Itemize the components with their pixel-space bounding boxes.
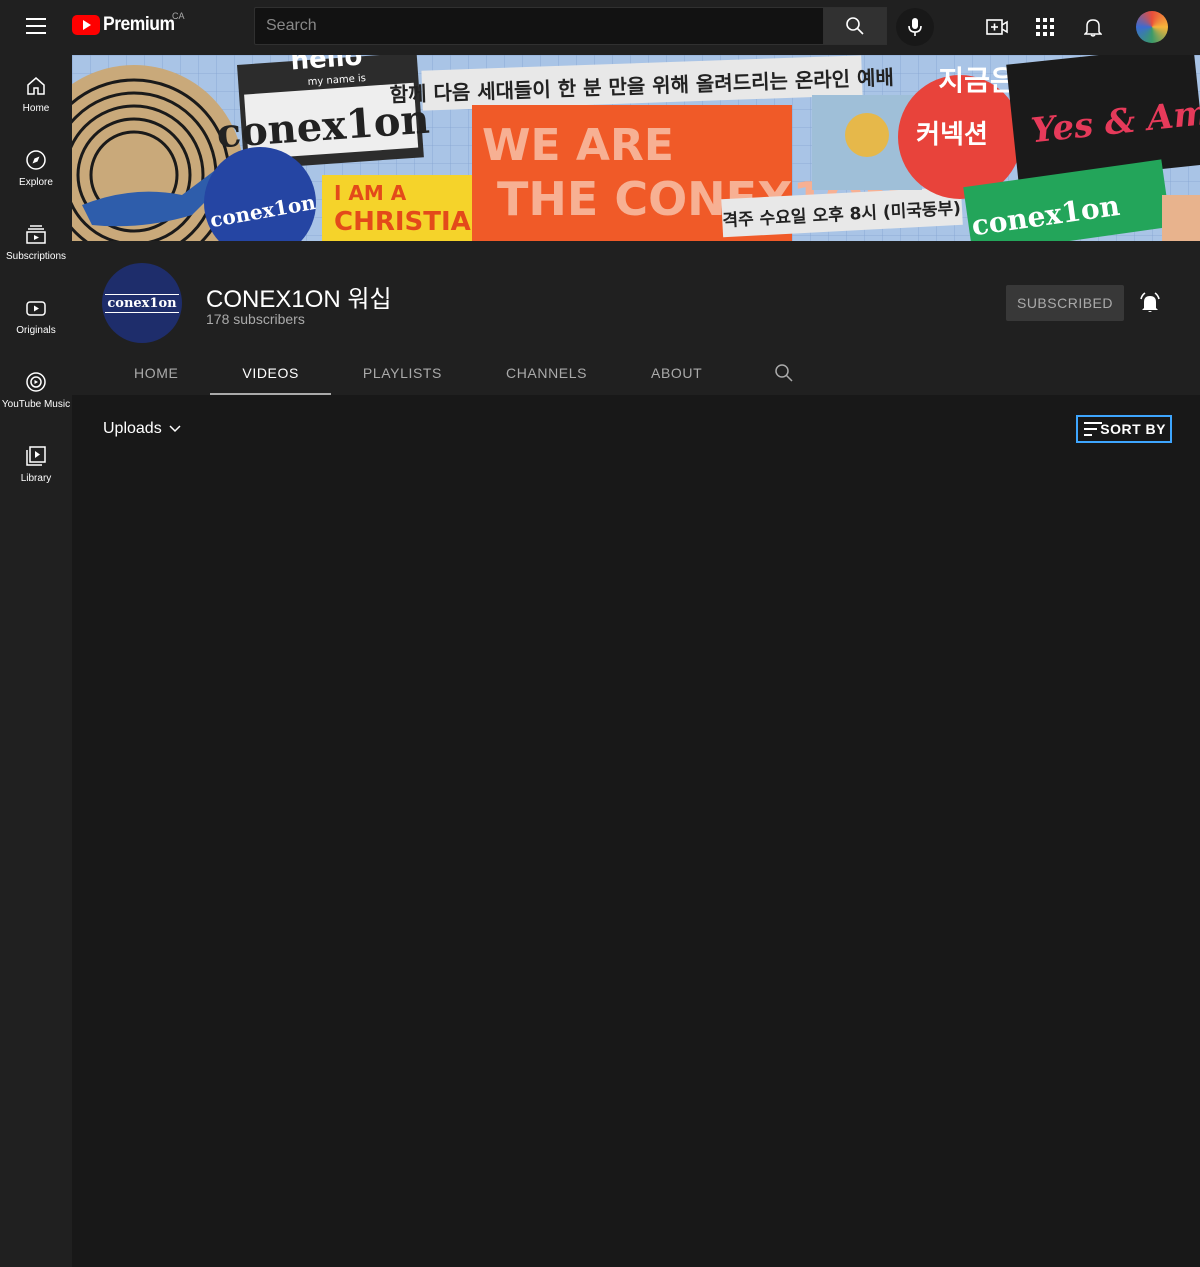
originals-icon xyxy=(26,301,46,316)
sidebar-item-library[interactable]: Library xyxy=(0,425,72,499)
tab-home[interactable]: HOME xyxy=(102,351,210,395)
banner-we-are-text: WE ARE xyxy=(482,120,674,171)
tab-channels[interactable]: CHANNELS xyxy=(474,351,619,395)
sidebar-item-home[interactable]: Home xyxy=(0,55,72,129)
sidebar-item-label: YouTube Music xyxy=(1,399,71,410)
country-code: CA xyxy=(172,11,185,21)
channel-avatar-text: conex1on xyxy=(105,293,179,313)
channel-name: CONEX1ON 워십 xyxy=(206,286,392,313)
sidebar-item-label: Originals xyxy=(16,325,56,336)
channel-search-button[interactable] xyxy=(754,351,814,395)
banner-right-korean-2-text: 커넥션 xyxy=(916,120,988,150)
top-bar: Premium CA Search xyxy=(0,0,1200,55)
sort-by-button[interactable]: SORT BY xyxy=(1076,415,1172,443)
channel-banner: MAY 14, 2020커넥션 온라인 워십1:44:41[예배 라이브] 05… xyxy=(72,55,1200,241)
sidebar-item-label: Home xyxy=(22,103,50,114)
sidebar-item-label: Explore xyxy=(19,177,53,188)
sort-icon xyxy=(1084,422,1102,436)
create-video-icon[interactable] xyxy=(986,16,1008,38)
compass-icon xyxy=(26,150,46,170)
chevron-down-icon xyxy=(169,425,181,433)
home-icon xyxy=(27,77,45,95)
bell-ringing-icon xyxy=(1140,292,1160,312)
channel-avatar[interactable]: conex1on xyxy=(102,263,182,343)
microphone-icon xyxy=(908,18,922,36)
tab-videos[interactable]: VIDEOS xyxy=(210,351,331,395)
subscribed-button[interactable]: SUBSCRIBED xyxy=(1006,285,1124,321)
menu-icon[interactable] xyxy=(26,18,46,34)
music-icon xyxy=(26,372,46,392)
search-placeholder: Search xyxy=(266,17,317,34)
voice-search-button[interactable] xyxy=(896,8,934,46)
sidebar-item-label: Library xyxy=(20,473,52,484)
sidebar-item-youtube-music[interactable]: YouTube Music xyxy=(0,351,72,425)
search-input[interactable]: Search xyxy=(254,7,824,45)
notification-bell-button[interactable] xyxy=(1136,289,1164,317)
uploads-dropdown[interactable]: Uploads xyxy=(103,420,182,438)
notifications-bell-icon[interactable] xyxy=(1082,16,1104,38)
channel-header: conex1on CONEX1ON 워십 178 subscribers SUB… xyxy=(72,241,1200,395)
sidebar: Home Explore Subscriptions Originals You… xyxy=(0,55,72,1267)
sidebar-item-label: Subscriptions xyxy=(5,251,67,262)
sidebar-item-explore[interactable]: Explore xyxy=(0,129,72,203)
library-icon xyxy=(26,446,46,466)
subscriber-count: 178 subscribers xyxy=(206,311,305,327)
youtube-premium-logo[interactable]: Premium xyxy=(72,14,181,36)
search-icon xyxy=(775,364,793,382)
channel-tabs: HOME VIDEOS PLAYLISTS CHANNELS ABOUT xyxy=(102,351,814,395)
sidebar-item-originals[interactable]: Originals xyxy=(0,277,72,351)
banner-right-korean-1-text: 지금은 xyxy=(938,64,1015,97)
subscriptions-icon xyxy=(26,225,46,244)
tab-playlists[interactable]: PLAYLISTS xyxy=(331,351,474,395)
search-button[interactable] xyxy=(823,7,887,45)
banner-art: MAY 14, 2020커넥션 온라인 워십1:44:41[예배 라이브] 05… xyxy=(72,55,1200,241)
apps-grid-icon[interactable] xyxy=(1034,16,1056,38)
logo-text: Premium xyxy=(103,14,175,35)
tab-about[interactable]: ABOUT xyxy=(619,351,734,395)
sidebar-item-subscriptions[interactable]: Subscriptions xyxy=(0,203,72,277)
sort-by-label: SORT BY xyxy=(1100,421,1166,437)
banner-i-am-a-text: I AM A xyxy=(334,181,407,205)
search-icon xyxy=(846,17,864,35)
uploads-label: Uploads xyxy=(103,420,162,437)
youtube-logo-icon xyxy=(72,15,100,35)
banner-christian-text: CHRISTIAN xyxy=(334,207,493,237)
account-avatar[interactable] xyxy=(1136,11,1168,43)
